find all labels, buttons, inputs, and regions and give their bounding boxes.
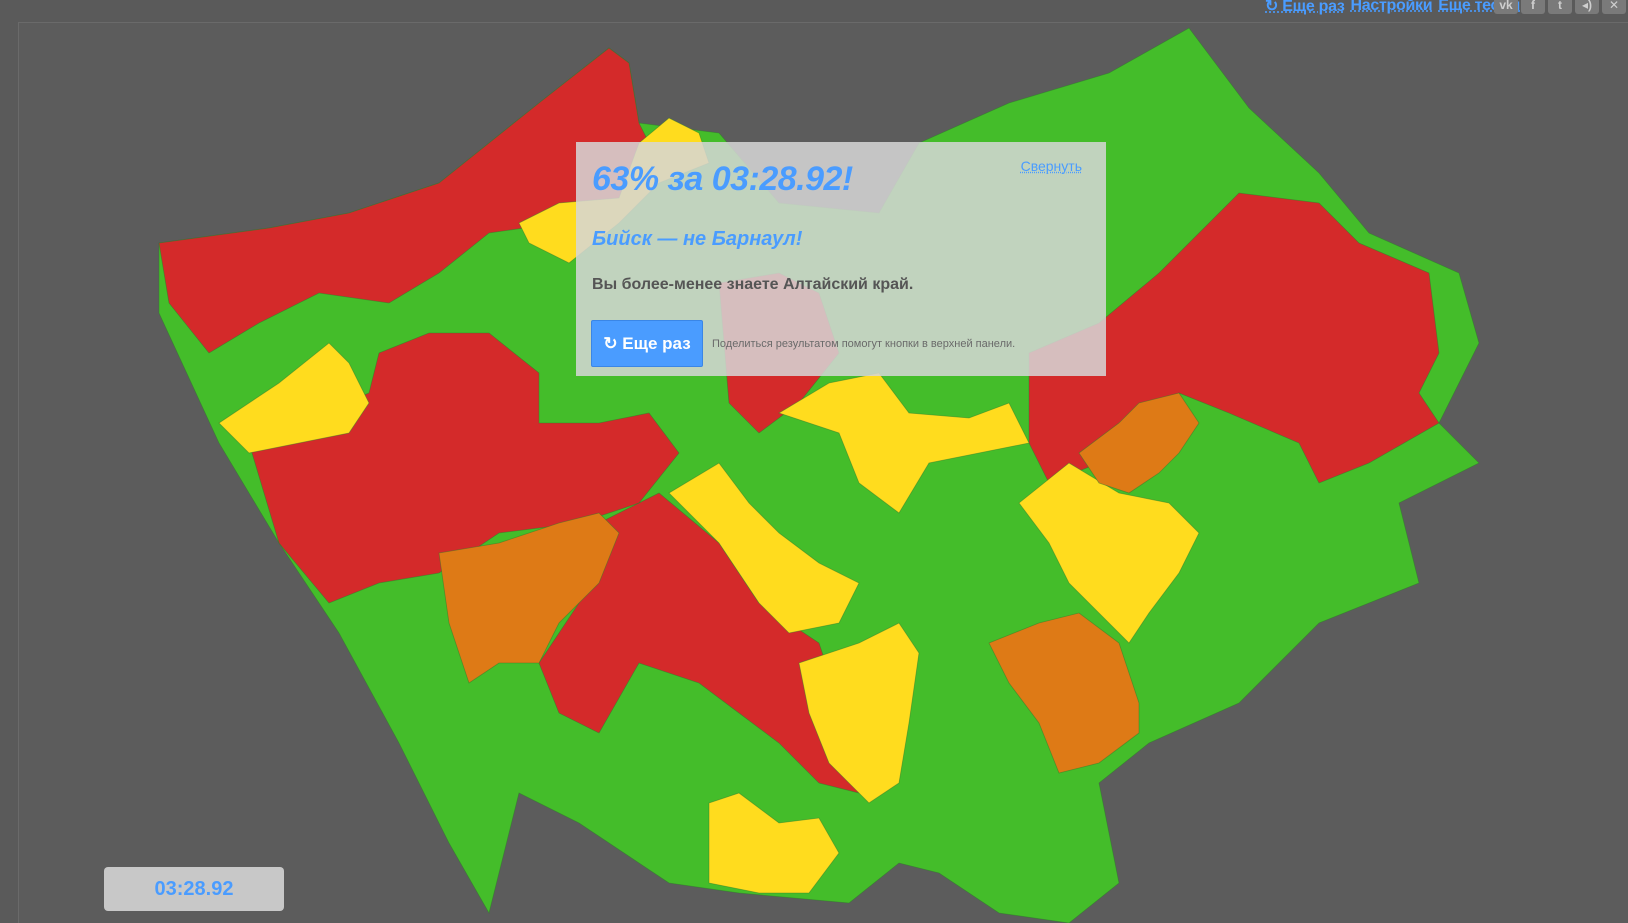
sound-icon[interactable]: ◂) (1575, 0, 1599, 14)
retry-link[interactable]: ↻ Еще раз (1265, 0, 1345, 16)
verdict-text: Бийск — не Барнаул! (592, 228, 802, 251)
close-icon[interactable]: ✕ (1602, 0, 1626, 14)
settings-link[interactable]: Настройки (1351, 0, 1433, 15)
top-links: ↻ Еще раз Настройки Еще тесты (1265, 0, 1520, 15)
timer-display: 03:28.92 (104, 867, 284, 911)
retry-button[interactable]: ↻ Еще раз (591, 320, 703, 367)
result-panel: Свернуть 63% за 03:28.92! Бийск — не Бар… (576, 142, 1106, 376)
collapse-link[interactable]: Свернуть (1021, 158, 1082, 174)
share-hint: Поделиться результатом помогут кнопки в … (712, 338, 1015, 350)
score-heading: 63% за 03:28.92! (592, 160, 853, 199)
result-description: Вы более-менее знаете Алтайский край. (592, 276, 913, 294)
twitter-icon[interactable]: t (1548, 0, 1572, 14)
social-buttons: vk f t ◂) ✕ (1494, 0, 1626, 14)
facebook-icon[interactable]: f (1521, 0, 1545, 14)
vk-icon[interactable]: vk (1494, 0, 1518, 14)
top-bar: ↻ Еще раз Настройки Еще тесты vk f t ◂) … (0, 0, 1628, 20)
